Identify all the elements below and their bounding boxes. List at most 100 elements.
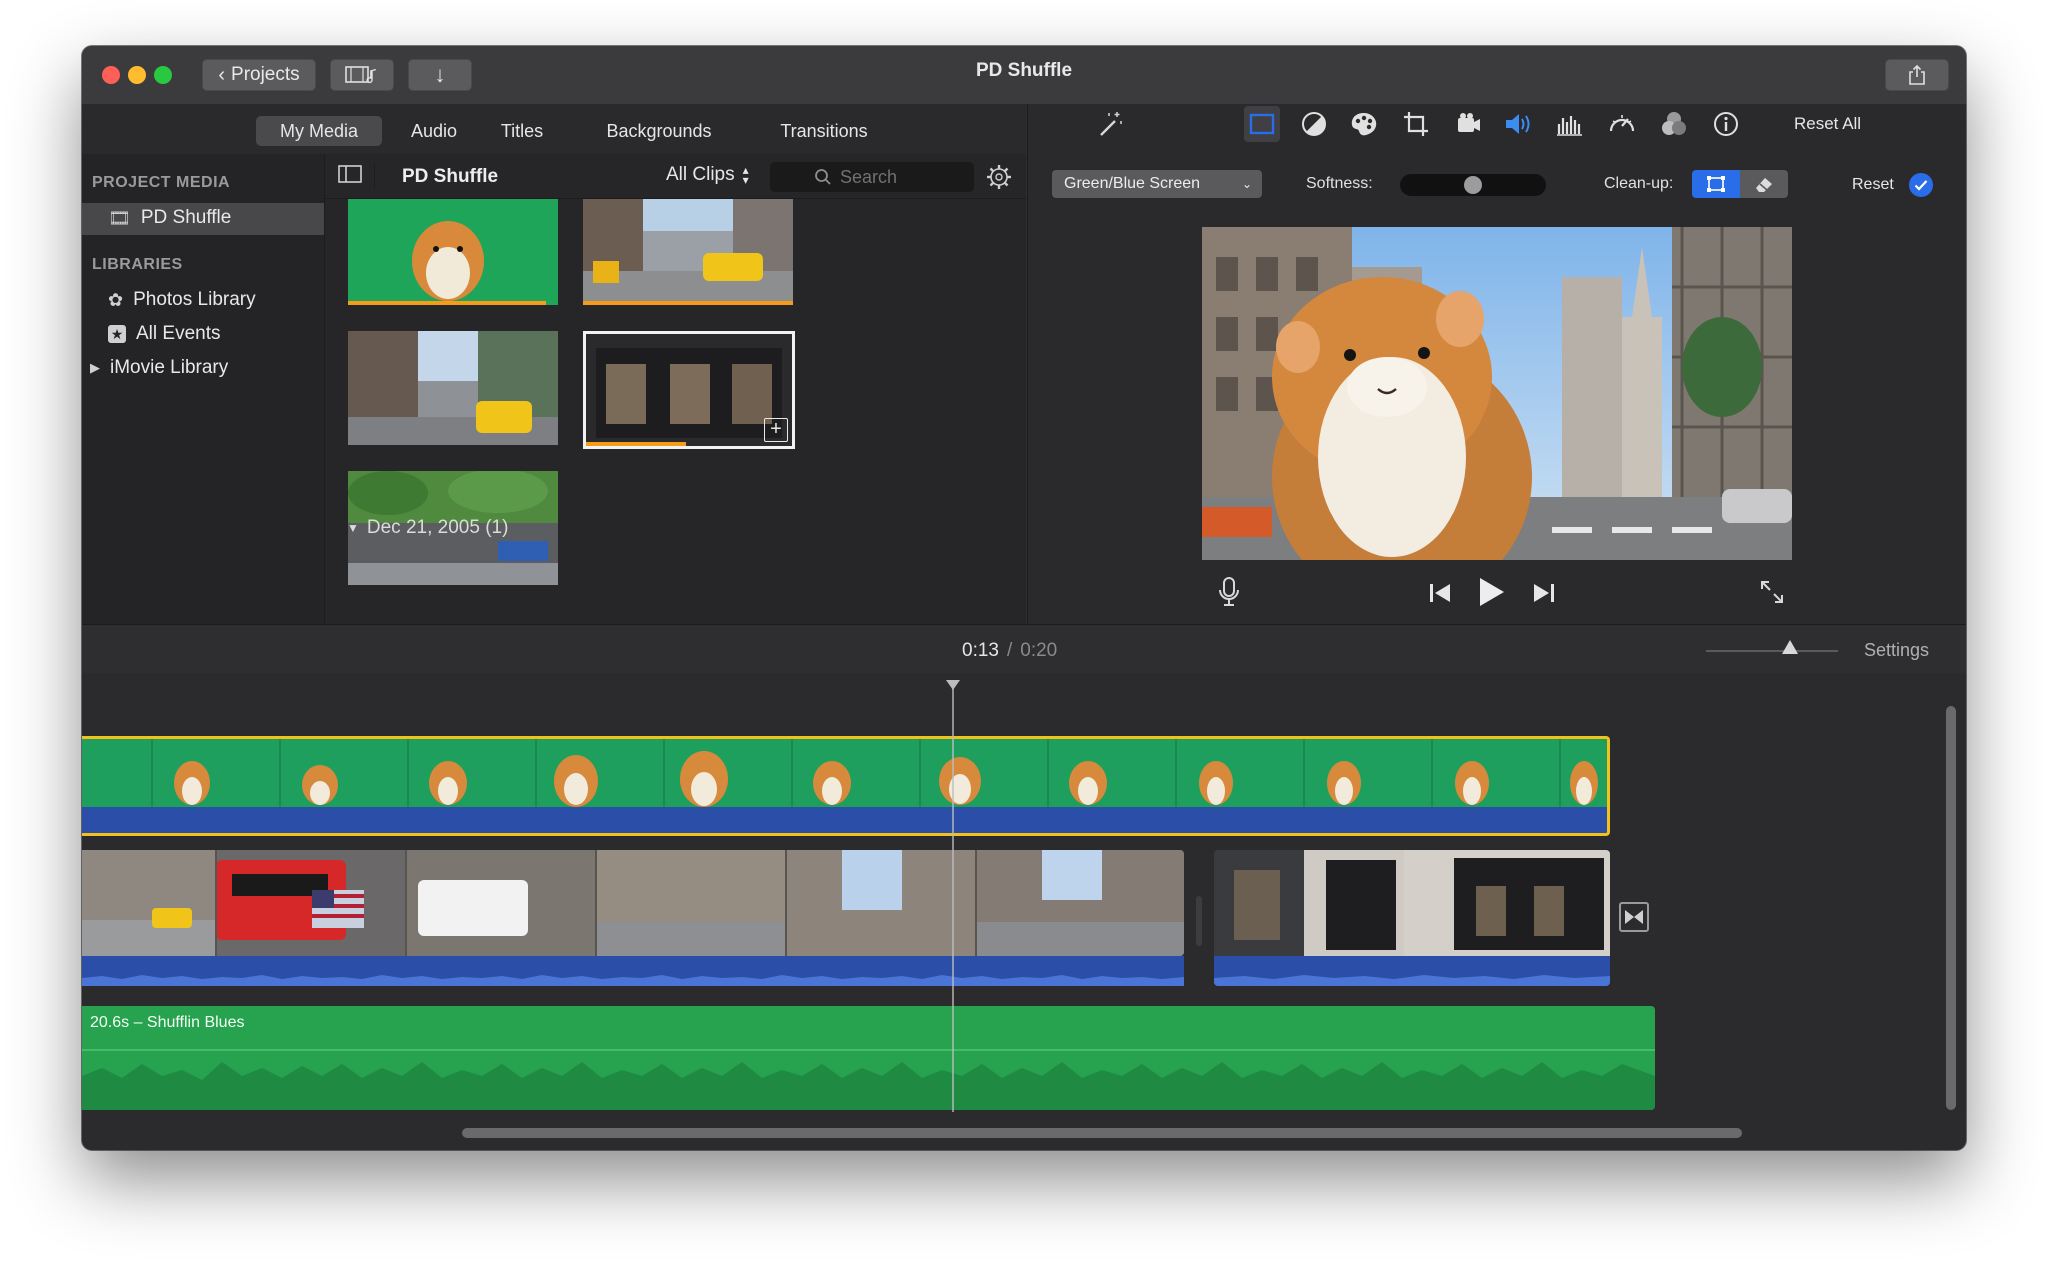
tab-backgrounds[interactable]: Backgrounds: [576, 116, 742, 146]
clip-used-indicator: [348, 301, 546, 305]
sidebar-item-label: iMovie Library: [110, 357, 229, 378]
disclosure-triangle-open-icon: ▼: [347, 521, 359, 535]
tab-label: Backgrounds: [606, 120, 712, 141]
cleanup-eraser-button[interactable]: [1740, 170, 1788, 198]
softness-slider-knob[interactable]: [1464, 176, 1482, 194]
media-grid: + ▼ Dec 21, 2005 (1): [325, 199, 1026, 624]
reset-all-button[interactable]: Reset All: [1794, 114, 1861, 134]
tab-my-media[interactable]: My Media: [256, 116, 382, 146]
street-video-clip[interactable]: [82, 850, 1184, 956]
overlay-type-label: Green/Blue Screen: [1064, 175, 1201, 192]
disclosure-triangle-icon[interactable]: ▶: [90, 360, 100, 376]
info-icon: [1714, 112, 1738, 136]
sidebar-item-pd-shuffle[interactable]: 🎞 PD Shuffle: [82, 203, 324, 235]
speed-button[interactable]: [1604, 106, 1640, 142]
color-balance-button[interactable]: [1296, 106, 1332, 142]
greenscreen-clip[interactable]: [82, 736, 1610, 836]
sidebar-toggle-button[interactable]: [338, 164, 375, 188]
project-media-header: PROJECT MEDIA: [92, 174, 231, 191]
browser-settings-button[interactable]: [986, 164, 1012, 195]
clip-info-button[interactable]: [1708, 106, 1744, 142]
music-waveform-graphic: [82, 1049, 1655, 1110]
skip-back-button[interactable]: [1428, 582, 1452, 609]
tab-transitions[interactable]: Transitions: [754, 116, 894, 146]
zoom-slider-knob[interactable]: [1782, 640, 1798, 654]
palette-icon: [1351, 113, 1377, 136]
eraser-icon: [1756, 178, 1772, 192]
magic-wand-icon: [1100, 112, 1122, 136]
share-icon: [1909, 64, 1925, 85]
street-clip-image: [583, 199, 793, 305]
play-icon: [1480, 578, 1504, 606]
cleanup-label: Clean-up:: [1604, 175, 1674, 192]
add-to-project-icon[interactable]: +: [764, 418, 788, 442]
timeline-settings-button[interactable]: Settings: [1864, 640, 1929, 661]
color-balance-icon: [1302, 112, 1326, 136]
media-clip-thumbnail[interactable]: [348, 199, 558, 305]
storefront-video-clip[interactable]: [1214, 850, 1610, 986]
photos-icon: ✿: [108, 289, 124, 310]
hamster-clip-image: [348, 199, 558, 305]
overlay-type-select[interactable]: Green/Blue Screen ⌄: [1052, 170, 1262, 198]
gear-icon: [987, 165, 1011, 189]
timeline-horizontal-scrollbar[interactable]: [462, 1128, 1742, 1138]
greenscreen-filmstrip: [82, 739, 1607, 807]
tab-audio[interactable]: Audio: [394, 116, 474, 146]
timeline-vertical-scrollbar[interactable]: [1946, 706, 1956, 1110]
fullscreen-button[interactable]: [1758, 578, 1786, 611]
window-title: PD Shuffle: [975, 60, 1073, 81]
video-preview[interactable]: [1202, 227, 1792, 560]
media-clip-thumbnail-selected[interactable]: +: [583, 331, 795, 449]
media-clip-thumbnail[interactable]: [348, 331, 558, 445]
street-filmstrip: [82, 850, 1184, 956]
microphone-icon: [1219, 577, 1239, 606]
reset-button[interactable]: Reset: [1852, 176, 1894, 194]
music-clip[interactable]: 20.6s – Shufflin Blues: [82, 1006, 1655, 1110]
clip-gap-handle[interactable]: [1196, 896, 1202, 946]
cleanup-crop-icon: [1707, 176, 1725, 192]
speaker-icon: [1506, 114, 1530, 134]
playhead-line[interactable]: [952, 688, 954, 1112]
imovie-window: ‹ Projects ↓ PD Shuffle My Media Audio T…: [82, 46, 1966, 1150]
skip-forward-icon: [1534, 584, 1554, 602]
tab-titles[interactable]: Titles: [484, 116, 560, 146]
equalizer-button[interactable]: [1552, 106, 1588, 142]
apply-checkmark-button[interactable]: [1909, 173, 1933, 197]
softness-label: Softness:: [1306, 175, 1373, 192]
crop-button[interactable]: [1398, 106, 1434, 142]
cleanup-crop-button[interactable]: [1692, 170, 1740, 198]
clip-filter-button[interactable]: [1656, 106, 1692, 142]
audio-waveform-graphic: [82, 975, 1184, 986]
clips-filter-select[interactable]: All Clips ▴ ▾: [666, 164, 749, 186]
color-correction-button[interactable]: [1346, 106, 1382, 142]
browser-title: PD Shuffle: [402, 166, 499, 187]
sidebar-item-photos-library[interactable]: ✿ Photos Library: [108, 289, 256, 311]
enhance-button[interactable]: [1092, 106, 1128, 142]
media-clip-thumbnail[interactable]: [583, 199, 793, 305]
transition-button[interactable]: [1619, 902, 1649, 932]
sidebar-item-all-events[interactable]: ★ All Events: [108, 323, 220, 345]
voiceover-button[interactable]: [1218, 576, 1240, 613]
clip-used-indicator: [583, 301, 793, 305]
star-icon: ★: [108, 325, 126, 343]
skip-forward-button[interactable]: [1532, 582, 1556, 609]
street-clip-audio-waveform[interactable]: [82, 956, 1184, 986]
cleanup-segmented-control: [1692, 170, 1788, 198]
softness-slider[interactable]: [1400, 174, 1546, 196]
zoom-slider[interactable]: [1706, 640, 1838, 654]
video-overlay-settings-button[interactable]: [1244, 106, 1280, 142]
volume-button[interactable]: [1500, 106, 1536, 142]
stabilization-button[interactable]: [1450, 106, 1486, 142]
sidebar-item-label: Photos Library: [133, 289, 256, 310]
play-button[interactable]: [1476, 576, 1506, 613]
clips-filter-label: All Clips: [666, 164, 735, 185]
share-button[interactable]: [1885, 59, 1949, 91]
sidebar-item-imovie-library[interactable]: ▶ iMovie Library: [90, 357, 228, 379]
chevron-down-icon: ⌄: [1241, 177, 1252, 191]
date-group-label: Dec 21, 2005 (1): [366, 517, 509, 538]
date-group-header[interactable]: ▼ Dec 21, 2005 (1): [347, 517, 508, 539]
search-field[interactable]: Search: [770, 162, 974, 192]
sidebar-item-label: PD Shuffle: [140, 207, 232, 228]
street-clip-image: [348, 331, 558, 445]
tab-label: My Media: [279, 120, 359, 141]
